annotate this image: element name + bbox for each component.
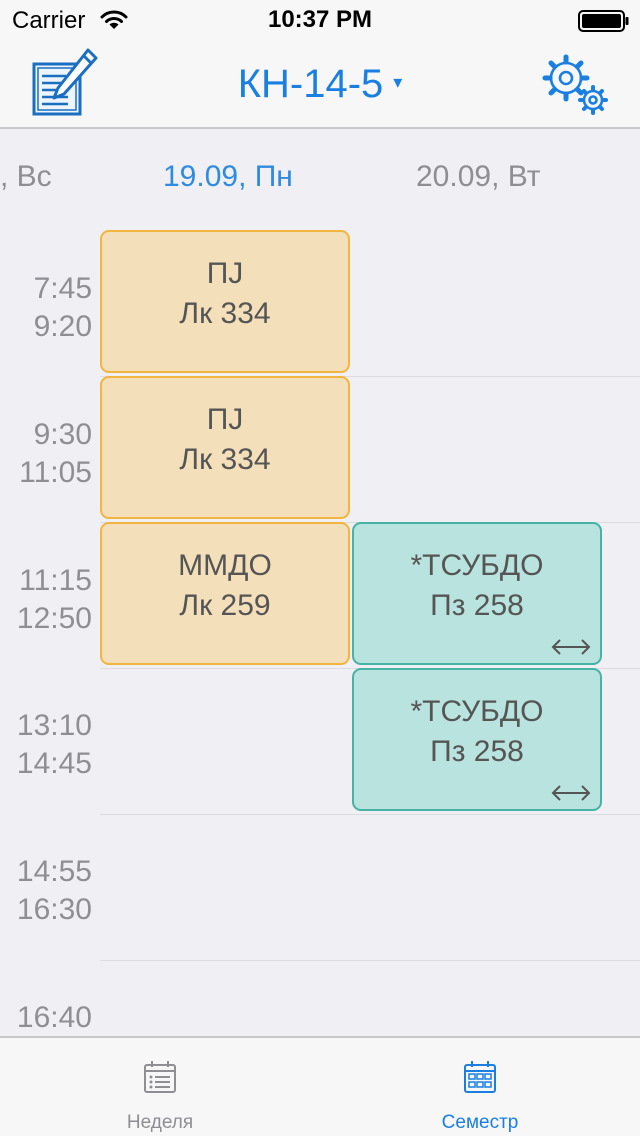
swap-arrows-icon — [551, 639, 591, 655]
tab-semester-label: Семестр — [441, 1112, 519, 1133]
slot-start-time: 7:45 — [33, 272, 92, 305]
app-screen: Carrier 10:37 PM КН-14-5 ▾ , Вс 19.09, П… — [0, 0, 640, 1136]
time-slot-5: 14:55 16:30 — [0, 853, 92, 929]
day-header-tuesday[interactable]: 20.09, Вт — [416, 160, 541, 194]
lesson-room: Лк 259 — [179, 589, 271, 622]
grid-line — [100, 960, 640, 961]
lesson-card[interactable]: ММДО Лк 259 — [100, 522, 350, 665]
lesson-card[interactable]: ПJ Лк 334 — [100, 376, 350, 519]
slot-end-time: 14:45 — [16, 747, 92, 780]
tab-bar: Неделя Семестр — [0, 1036, 640, 1136]
time-slot-1: 7:45 9:20 — [0, 270, 92, 346]
lesson-card[interactable]: *ТСУБДО Пз 258 — [352, 668, 602, 811]
navigation-bar: КН-14-5 ▾ — [0, 40, 640, 129]
lesson-subject: ММДО — [178, 549, 272, 582]
grid-calendar-icon — [464, 1061, 496, 1093]
lesson-room: Пз 258 — [430, 589, 524, 622]
battery-icon — [578, 10, 629, 32]
slot-start-time: 16:40 — [16, 1001, 92, 1034]
day-header-sunday[interactable]: , Вс — [0, 160, 52, 194]
lesson-subject: ПJ — [206, 257, 244, 290]
status-bar: Carrier 10:37 PM — [0, 0, 640, 40]
grid-line — [100, 814, 640, 815]
settings-gear-icon[interactable] — [540, 54, 612, 118]
slot-end-time: 9:20 — [33, 310, 92, 343]
lesson-subject: *ТСУБДО — [410, 695, 544, 728]
lesson-room: Лк 334 — [179, 443, 271, 476]
time-slot-2: 9:30 11:05 — [0, 416, 92, 492]
lesson-card[interactable]: ПJ Лк 334 — [100, 230, 350, 373]
list-calendar-icon — [144, 1061, 176, 1093]
lesson-room: Лк 334 — [179, 297, 271, 330]
slot-start-time: 9:30 — [33, 418, 92, 451]
status-time: 10:37 PM — [267, 6, 373, 33]
chevron-down-icon: ▾ — [393, 71, 403, 92]
day-header-monday[interactable]: 19.09, Пн — [163, 160, 293, 194]
slot-end-time: 12:50 — [16, 602, 92, 635]
time-slot-3: 11:15 12:50 — [0, 562, 92, 638]
swap-arrows-icon — [551, 785, 591, 801]
tab-semester[interactable]: Семестр — [320, 1038, 640, 1136]
group-title-label: КН-14-5 — [237, 62, 384, 106]
lesson-subject: ПJ — [206, 403, 244, 436]
slot-end-time: 16:30 — [16, 893, 92, 926]
lesson-card[interactable]: *ТСУБДО Пз 258 — [352, 522, 602, 665]
slot-start-time: 13:10 — [16, 709, 92, 742]
tab-week-label: Неделя — [126, 1112, 194, 1133]
tab-week[interactable]: Неделя — [0, 1038, 320, 1136]
lesson-subject: *ТСУБДО — [410, 549, 544, 582]
slot-end-time: 11:05 — [19, 456, 92, 489]
lesson-room: Пз 258 — [430, 735, 524, 768]
slot-start-time: 14:55 — [16, 855, 92, 888]
time-slot-4: 13:10 14:45 — [0, 707, 92, 783]
slot-start-time: 11:15 — [19, 564, 92, 597]
time-slot-6: 16:40 — [0, 999, 92, 1037]
